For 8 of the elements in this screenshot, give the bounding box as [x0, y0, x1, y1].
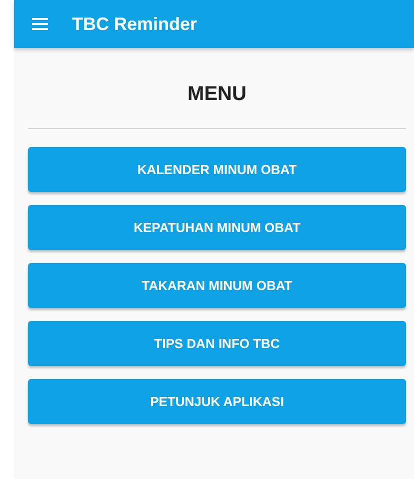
- menu-icon[interactable]: [32, 18, 48, 30]
- menu-heading: MENU: [186, 82, 248, 106]
- menu-button[interactable]: KEPATUHAN MINUM OBAT: [28, 205, 406, 250]
- menu-button[interactable]: TIPS DAN INFO TBC: [28, 321, 406, 366]
- app-title: TBC Reminder: [72, 14, 198, 34]
- menu-button[interactable]: TAKARAN MINUM OBAT: [28, 263, 406, 308]
- menu-button[interactable]: PETUNJUK APLIKASI: [28, 379, 406, 424]
- menu-button[interactable]: KALENDER MINUM OBAT: [28, 147, 406, 192]
